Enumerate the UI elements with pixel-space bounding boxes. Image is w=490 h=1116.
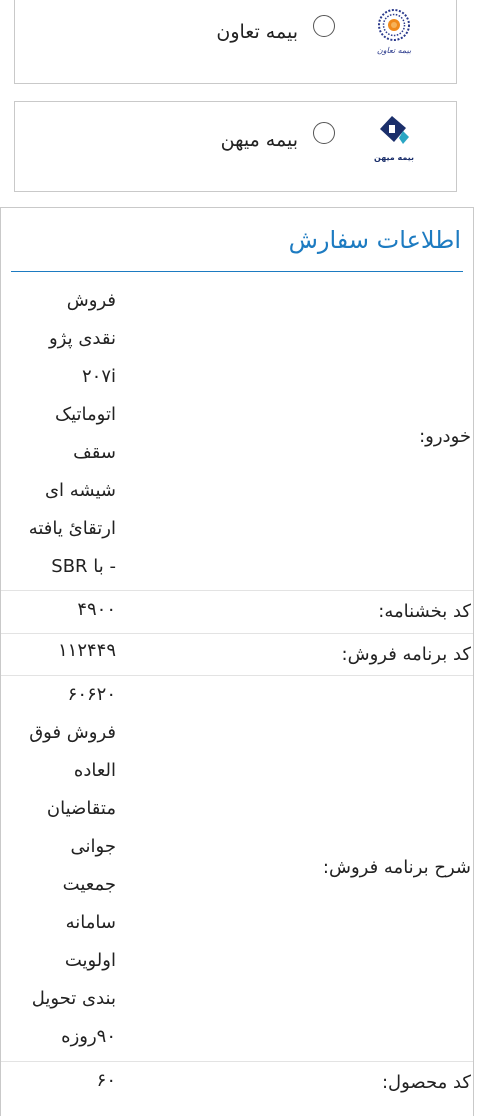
value-line: جوانی <box>70 836 116 857</box>
order-label-product-code: کد محصول: <box>381 1072 471 1093</box>
value-line: العاده <box>73 760 116 781</box>
insurance-radio-mihan[interactable] <box>313 122 335 144</box>
order-row-circular-code: کد بخشنامه: ۴۹۰۰ <box>1 590 473 633</box>
logo-caption-taavon: بیمه تعاون <box>377 46 412 55</box>
insurance-name-mihan: بیمه میهن <box>220 129 298 151</box>
value-line: ۱۱۲۴۴۹ <box>57 640 116 661</box>
order-value-car: فروش نقدی پژو ۲۰۷i اتوماتیک سقف شیشه ای … <box>11 282 116 586</box>
value-line: نقدی پژو <box>48 328 116 349</box>
value-line: ۹۰روزه <box>61 1026 116 1047</box>
value-line: ۶۰۶۲۰ <box>67 684 116 705</box>
order-row-sales-program-code: کد برنامه فروش: ۱۱۲۴۴۹ <box>1 632 473 675</box>
value-line: ۲۰۷i <box>81 366 116 387</box>
value-line: - با SBR <box>51 556 116 577</box>
value-line: سامانه <box>65 912 116 933</box>
order-label-sales-program-description: شرح برنامه فروش: <box>322 857 471 878</box>
logo-caption-mihan: بیمه میهن <box>374 153 414 162</box>
title-divider <box>11 271 463 272</box>
value-line: متقاضیان <box>46 798 116 819</box>
value-line: اتوماتیک <box>55 404 116 425</box>
value-line: بندی تحویل <box>31 988 116 1009</box>
order-row-sales-program-description: شرح برنامه فروش: ۶۰۶۲۰ فروش فوق العاده م… <box>1 675 473 1061</box>
order-value-product-code: ۶۰ <box>11 1062 116 1100</box>
order-info-panel: اطلاعات سفارش خودرو: فروش نقدی پژو ۲۰۷i … <box>0 207 474 1116</box>
value-line: شیشه ای <box>44 480 116 501</box>
order-value-sales-program-code: ۱۱۲۴۴۹ <box>11 632 116 670</box>
order-label-circular-code: کد بخشنامه: <box>378 601 471 622</box>
order-label-sales-program-code: کد برنامه فروش: <box>341 644 471 665</box>
insurance-option-mihan[interactable]: بیمه میهن بیمه میهن <box>14 101 457 192</box>
value-line: ۶۰ <box>96 1070 116 1091</box>
value-line: فروش <box>66 290 116 311</box>
value-line: فروش فوق <box>29 722 116 743</box>
value-line: ۴۹۰۰ <box>77 599 116 620</box>
order-value-sales-program-description: ۶۰۶۲۰ فروش فوق العاده متقاضیان جوانی جمع… <box>11 676 116 1056</box>
value-line: ارتقائ یافته <box>28 518 116 539</box>
order-row-product-code: کد محصول: ۶۰ <box>1 1061 473 1116</box>
value-line: جمعیت <box>62 874 116 895</box>
order-row-car: خودرو: فروش نقدی پژو ۲۰۷i اتوماتیک سقف ش… <box>1 282 473 590</box>
value-line: سقف <box>73 442 116 463</box>
insurance-name-taavon: بیمه تعاون <box>216 21 298 43</box>
insurance-radio-taavon[interactable] <box>313 15 335 37</box>
order-value-circular-code: ۴۹۰۰ <box>11 591 116 629</box>
value-line: اولویت <box>64 950 116 971</box>
order-label-car: خودرو: <box>419 426 471 447</box>
bimeh-taavon-logo-icon: بیمه تعاون <box>372 8 416 58</box>
order-info-title: اطلاعات سفارش <box>288 226 461 254</box>
bimeh-mihan-logo-icon: بیمه میهن <box>372 114 416 164</box>
insurance-option-taavon[interactable]: بیمه تعاون بیمه تعاون <box>14 0 457 84</box>
